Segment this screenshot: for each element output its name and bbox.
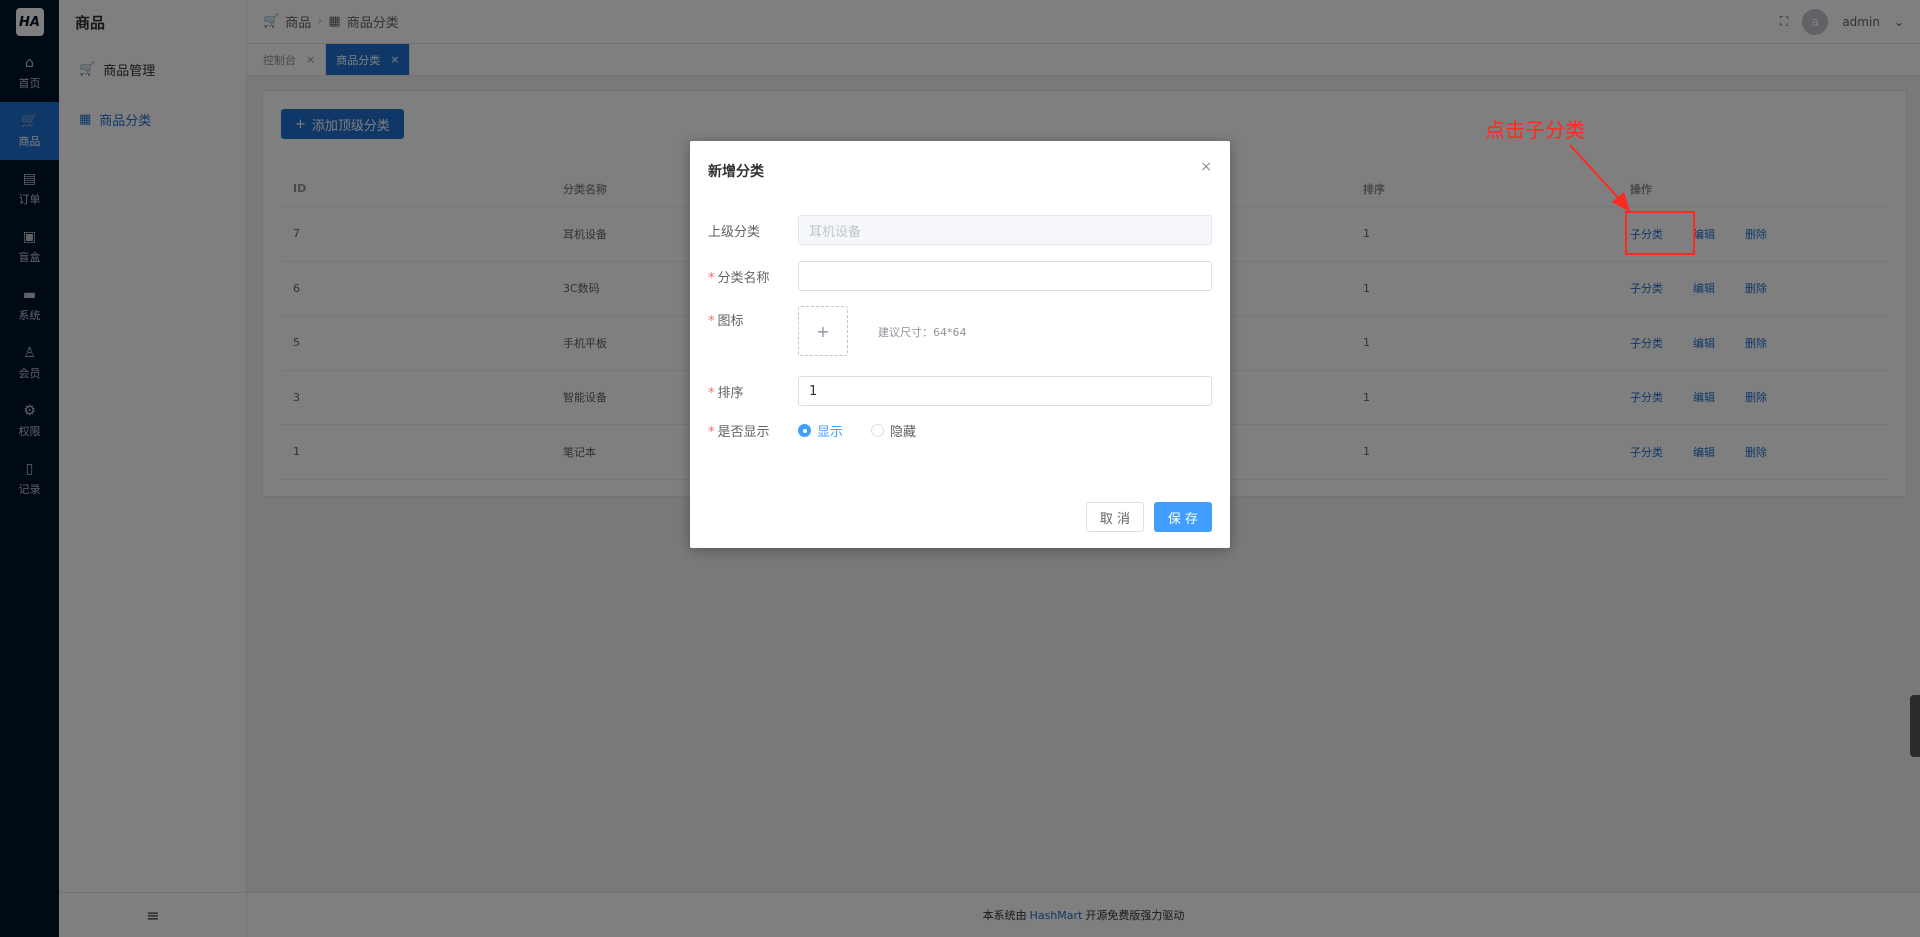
order-label: * 排序: [708, 382, 798, 401]
order-input[interactable]: 1: [798, 376, 1212, 406]
radio-dot: [871, 424, 885, 437]
required-mark: *: [708, 385, 715, 401]
visibility-label: * 是否显示: [708, 421, 798, 440]
parent-category-label: 上级分类: [708, 224, 761, 240]
radio-show[interactable]: 显示: [798, 421, 843, 440]
parent-category-input: 耳机设备: [798, 215, 1212, 245]
cancel-button[interactable]: 取 消: [1086, 502, 1144, 532]
required-mark: *: [708, 425, 715, 440]
category-name-input[interactable]: [798, 261, 1212, 291]
visibility-label-text: 是否显示: [717, 425, 770, 440]
order-row: * 排序 1: [708, 376, 1212, 406]
icon-label-text: 图标: [717, 314, 744, 329]
required-mark: *: [708, 314, 715, 329]
add-category-dialog: 新增分类 × 上级分类 耳机设备 * 分类名称 * 图标 + 建议尺寸：64*64 …: [690, 141, 1230, 548]
radio-hide-label: 隐藏: [890, 425, 917, 440]
parent-category-row: 上级分类 耳机设备: [708, 215, 1212, 245]
category-name-row: * 分类名称: [708, 261, 1212, 291]
annotation-highlight-box: [1625, 211, 1695, 255]
annotation-text: 点击子分类: [1485, 118, 1585, 142]
icon-label: * 图标: [708, 306, 798, 329]
radio-show-label: 显示: [817, 425, 844, 440]
required-mark: *: [708, 270, 715, 286]
close-icon[interactable]: ×: [1200, 159, 1212, 175]
save-button[interactable]: 保 存: [1154, 502, 1212, 532]
annotation-arrow: [1569, 144, 1630, 212]
plus-icon: +: [816, 321, 830, 341]
visibility-row: * 是否显示 显示 隐藏: [708, 421, 944, 440]
category-name-label-text: 分类名称: [717, 270, 770, 286]
radio-hide[interactable]: 隐藏: [871, 421, 916, 440]
icon-row: * 图标 + 建议尺寸：64*64: [708, 306, 967, 356]
category-name-label: * 分类名称: [708, 267, 798, 286]
order-label-text: 排序: [717, 385, 744, 401]
icon-upload[interactable]: +: [798, 306, 848, 356]
radio-dot: [798, 424, 811, 437]
side-panel-handle[interactable]: [1910, 695, 1920, 757]
dialog-title: 新增分类: [708, 164, 764, 180]
icon-size-hint: 建议尺寸：64*64: [878, 326, 967, 339]
